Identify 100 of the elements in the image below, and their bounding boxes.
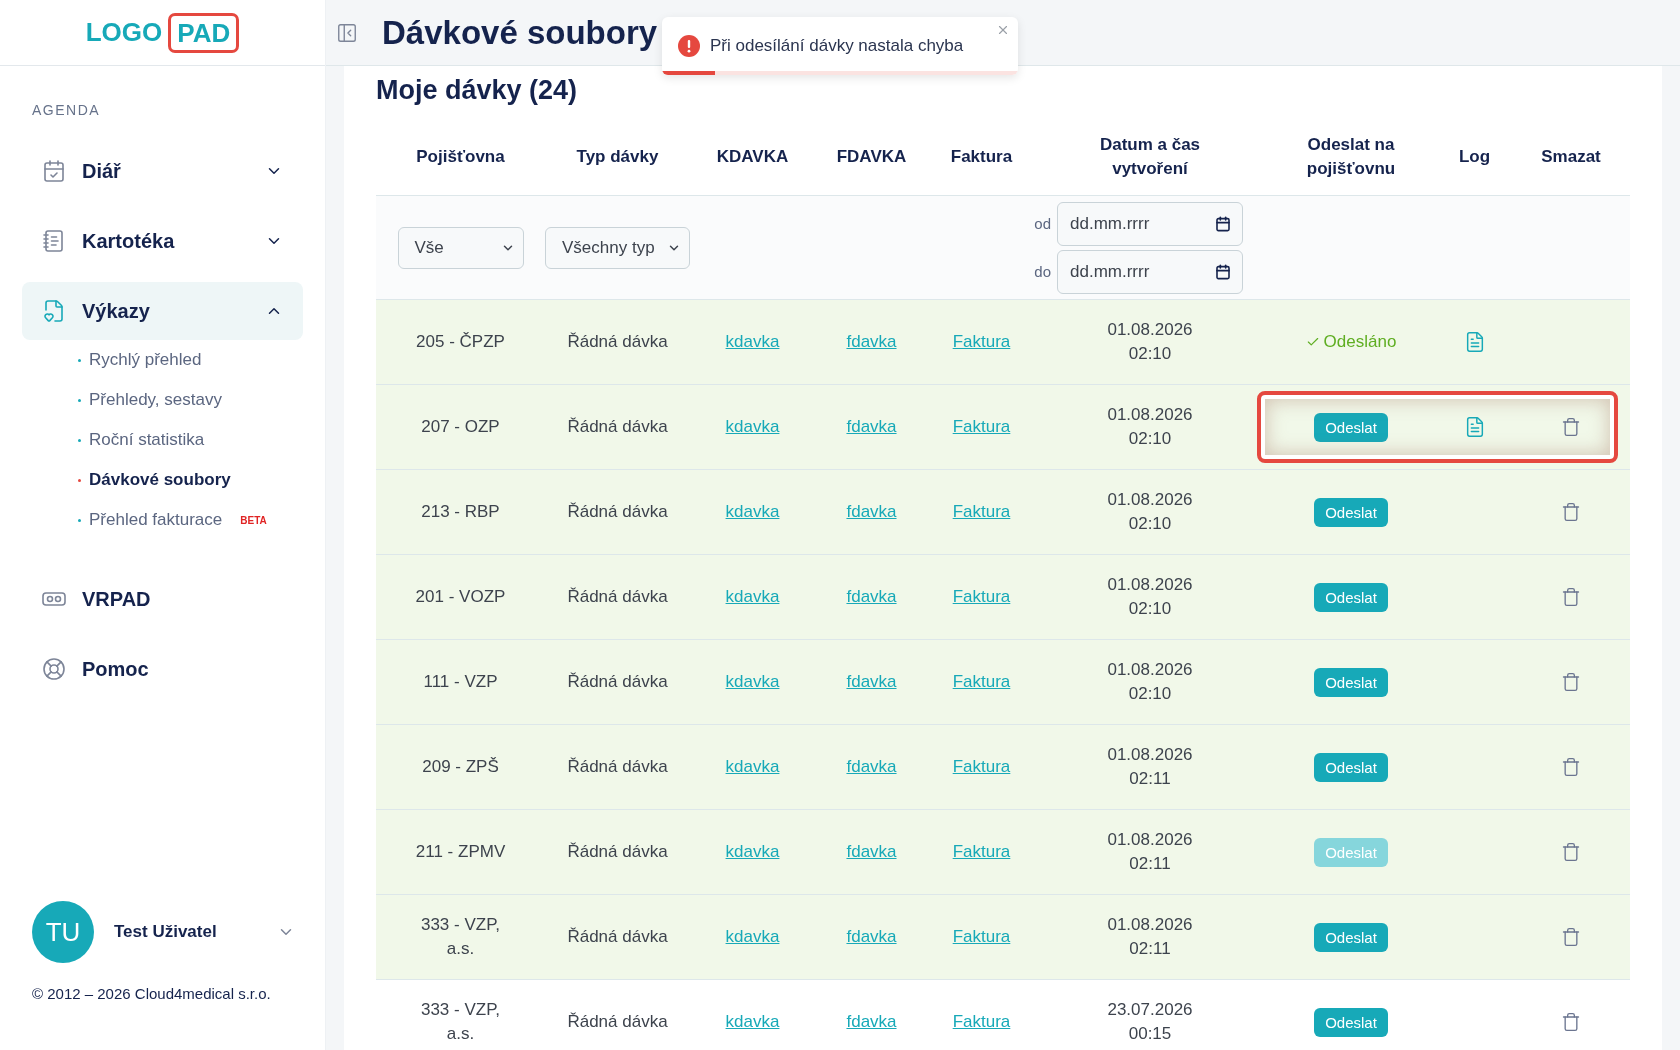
- fdavka-link[interactable]: fdavka: [846, 927, 897, 947]
- table-cell-text: 333 - VZP, a.s.: [419, 999, 502, 1045]
- logo: LOGO PAD: [0, 0, 325, 66]
- invoice-link[interactable]: Faktura: [952, 757, 1011, 777]
- invoice-link[interactable]: Faktura: [952, 672, 1011, 692]
- vr-headset-icon: [42, 591, 66, 607]
- send-button[interactable]: Odeslat: [1314, 412, 1388, 442]
- table-cell-text: 211 - ZPMV: [414, 841, 507, 863]
- table-cell-text: 333 - VZP, a.s.: [419, 914, 502, 960]
- insurer-select[interactable]: Vše: [397, 226, 524, 269]
- invoice-link[interactable]: Faktura: [952, 502, 1011, 522]
- invoice-link[interactable]: Faktura: [952, 332, 1011, 352]
- user-avatar[interactable]: TU: [32, 901, 94, 963]
- kdavka-link[interactable]: kdavka: [725, 927, 780, 947]
- table-cell-text: 01.08.2026 02:10: [1106, 489, 1194, 535]
- table-cell-text: 205 - ČPZP: [415, 331, 506, 353]
- table-cell-text: 209 - ZPŠ: [421, 756, 500, 778]
- column-header: Odeslat na pojišťovnu: [1305, 133, 1397, 180]
- nav-subitem[interactable]: Dávkové soubory: [89, 470, 231, 490]
- fdavka-link[interactable]: fdavka: [846, 1012, 897, 1032]
- bullet-dot: [78, 478, 81, 482]
- calendar-icon[interactable]: [1215, 263, 1231, 280]
- trash-icon[interactable]: [1561, 842, 1581, 862]
- type-select[interactable]: Všechny typ: [545, 226, 690, 269]
- date-field[interactable]: dd.mm.rrrr: [1057, 249, 1243, 294]
- kdavka-link[interactable]: kdavka: [725, 757, 780, 777]
- nav-subitem[interactable]: Přehledy, sestavy: [89, 390, 222, 410]
- table-cell-text: 01.08.2026 02:10: [1106, 574, 1194, 620]
- nav-item[interactable]: Pomoc: [22, 640, 303, 698]
- fdavka-link[interactable]: fdavka: [846, 587, 897, 607]
- invoice-link[interactable]: Faktura: [952, 927, 1011, 947]
- nav-item[interactable]: Výkazy: [22, 282, 303, 340]
- fdavka-link[interactable]: fdavka: [846, 842, 897, 862]
- kdavka-link[interactable]: kdavka: [725, 502, 780, 522]
- fdavka-link[interactable]: fdavka: [846, 672, 897, 692]
- calendar-icon[interactable]: [1215, 215, 1231, 232]
- trash-icon[interactable]: [1561, 1012, 1581, 1032]
- table-cell-text: Řádná dávka: [566, 331, 669, 353]
- bullet-dot: [78, 358, 81, 362]
- section-title: Moje dávky (24): [376, 74, 579, 107]
- kdavka-link[interactable]: kdavka: [725, 842, 780, 862]
- invoice-link[interactable]: Faktura: [952, 1012, 1011, 1032]
- column-header: Log: [1457, 145, 1492, 168]
- kdavka-link[interactable]: kdavka: [725, 587, 780, 607]
- page-title: Dávkové soubory: [382, 13, 658, 52]
- from-label: od: [1034, 215, 1051, 232]
- bullet-dot: [78, 398, 81, 402]
- bullet-dot: [78, 518, 81, 522]
- trash-icon[interactable]: [1561, 502, 1581, 522]
- nav-item[interactable]: Diář: [22, 142, 303, 200]
- trash-icon[interactable]: [1561, 757, 1581, 777]
- trash-icon[interactable]: [1561, 587, 1581, 607]
- table-cell-text: 213 - RBP: [420, 501, 501, 523]
- calendar-icon: [42, 159, 66, 183]
- beta-label: BETA: [240, 514, 267, 526]
- kdavka-link[interactable]: kdavka: [725, 332, 780, 352]
- nav-subitem[interactable]: Roční statistika: [89, 430, 205, 450]
- nav-item[interactable]: VRPAD: [22, 570, 303, 628]
- table-cell-text: 01.08.2026 02:11: [1106, 829, 1194, 875]
- fdavka-link[interactable]: fdavka: [846, 757, 897, 777]
- invoice-link[interactable]: Faktura: [952, 417, 1011, 437]
- kdavka-link[interactable]: kdavka: [725, 672, 780, 692]
- nav-subitem[interactable]: Rychlý přehled: [89, 350, 202, 370]
- collapse-sidebar-icon[interactable]: [336, 21, 358, 44]
- kdavka-link[interactable]: kdavka: [725, 417, 780, 437]
- fdavka-link[interactable]: fdavka: [846, 417, 897, 437]
- column-header: Datum a čas vytvoření: [1098, 133, 1202, 180]
- date-field[interactable]: dd.mm.rrrr: [1057, 201, 1243, 246]
- trash-icon[interactable]: [1561, 417, 1581, 437]
- send-button[interactable]: Odeslat: [1314, 667, 1388, 697]
- table-cell-text: Řádná dávka: [566, 841, 669, 863]
- nav-item[interactable]: Kartotéka: [22, 212, 303, 270]
- invoice-link[interactable]: Faktura: [952, 587, 1011, 607]
- send-button[interactable]: Odeslat: [1314, 1007, 1388, 1037]
- user-name[interactable]: Test Uživatel: [114, 922, 257, 942]
- table-cell-text: 01.08.2026 02:11: [1106, 914, 1194, 960]
- kdavka-link[interactable]: kdavka: [725, 1012, 780, 1032]
- trash-icon[interactable]: [1561, 927, 1581, 947]
- nav-subitem[interactable]: Přehled fakturace: [89, 510, 223, 530]
- fdavka-link[interactable]: fdavka: [846, 502, 897, 522]
- table-cell-text: 201 - VOZP: [414, 586, 507, 608]
- table-cell-text: Řádná dávka: [566, 501, 669, 523]
- table-cell-text: 111 - VZP: [422, 671, 499, 693]
- copyright: © 2012 – 2026 Cloud4medical s.r.o.: [31, 984, 272, 1004]
- table-cell-text: 23.07.2026 00:15: [1106, 999, 1194, 1045]
- table-cell-text: 01.08.2026 02:10: [1106, 659, 1194, 705]
- trash-icon[interactable]: [1561, 672, 1581, 692]
- column-header: KDAVKA: [715, 145, 790, 168]
- table-cell-text: 01.08.2026 02:11: [1106, 744, 1194, 790]
- send-button[interactable]: Odeslat: [1314, 752, 1388, 782]
- toast-message: Při odesílání dávky nastala chyba: [710, 36, 964, 56]
- table-cell-text: 01.08.2026 02:10: [1106, 319, 1194, 365]
- column-header: Smazat: [1540, 145, 1602, 168]
- send-button[interactable]: Odeslat: [1314, 582, 1388, 612]
- table-cell-text: Řádná dávka: [566, 926, 669, 948]
- send-button[interactable]: Odeslat: [1314, 922, 1388, 952]
- fdavka-link[interactable]: fdavka: [846, 332, 897, 352]
- send-button[interactable]: Odeslat: [1314, 497, 1388, 527]
- invoice-link[interactable]: Faktura: [952, 842, 1011, 862]
- table-cell-text: Řádná dávka: [566, 1011, 669, 1033]
